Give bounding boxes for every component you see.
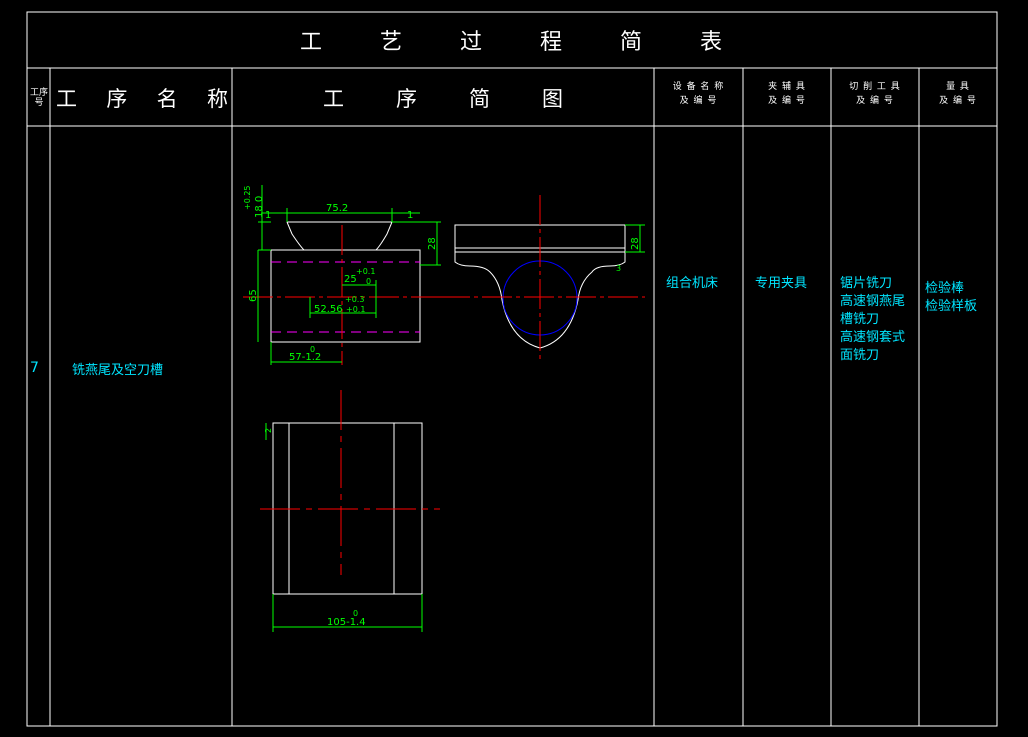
tools-list: 锯片铣刀 高速钢燕尾 槽铣刀 高速钢套式 面铣刀 — [840, 275, 918, 365]
header-tools: 切 削 工 具 及 编 号 — [849, 82, 901, 106]
dim-plan-mark: 2 — [264, 428, 273, 433]
tool-item: 面铣刀 — [840, 348, 880, 363]
dim-center-tol: +0.3 — [345, 295, 364, 304]
process-number: 7 — [30, 360, 39, 376]
dim-height-left: 65 — [248, 289, 259, 302]
header-fixture: 夹 辅 具 及 编 号 — [768, 82, 806, 106]
tool-item: 槽铣刀 — [840, 312, 880, 327]
dim-top-width: 75.2 — [326, 203, 348, 214]
dim-center-dist: 52.56 — [314, 304, 343, 315]
tool-item: 锯片铣刀 — [840, 276, 893, 291]
dim-bottom-len: 57-1.2 — [289, 352, 321, 363]
dim-slot-width: 25 — [344, 274, 357, 285]
dim-vertical-tol: +0.25 — [243, 185, 252, 210]
header-equipment: 设 备 名 称 及 编 号 — [672, 82, 725, 106]
header-process-sketch: 工 序 简 图 — [323, 87, 563, 111]
gauge-item: 检验样板 — [925, 299, 978, 314]
dim-left-gap: 1 — [265, 210, 271, 221]
sheet-title: 工 艺 过 程 简 表 — [299, 30, 725, 55]
dim-center-tol-lower: +0.1 — [346, 305, 365, 314]
tool-item: 高速钢燕尾 — [840, 294, 906, 309]
dim-vertical-nom: 18 0 — [254, 196, 265, 218]
gauge-item: 检验棒 — [925, 281, 965, 296]
header-process-no: 工序号 — [29, 88, 48, 108]
tool-item: 高速钢套式 — [840, 330, 906, 345]
process-name: 铣燕尾及空刀槽 — [72, 363, 164, 378]
dim-depth-right: 28 — [427, 237, 438, 250]
header-gauges: 量 具 及 编 号 — [939, 82, 977, 106]
dim-slot-tol-upper: +0.1 — [356, 267, 375, 276]
dim-plan-len: 105-1.4 — [327, 617, 366, 628]
dim-slot-tol-lower: 0 — [366, 277, 371, 286]
header-process-name: 工 序 名 称 — [56, 87, 228, 111]
dim-side-small: 3 — [616, 264, 621, 273]
dim-side-height: 28 — [630, 237, 641, 250]
equipment-value: 组合机床 — [666, 276, 719, 291]
gauges-list: 检验棒 检验样板 — [925, 280, 995, 316]
dim-right-gap: 1 — [407, 210, 413, 221]
plan-centerlines — [260, 390, 440, 575]
fixture-value: 专用夹具 — [755, 276, 808, 291]
